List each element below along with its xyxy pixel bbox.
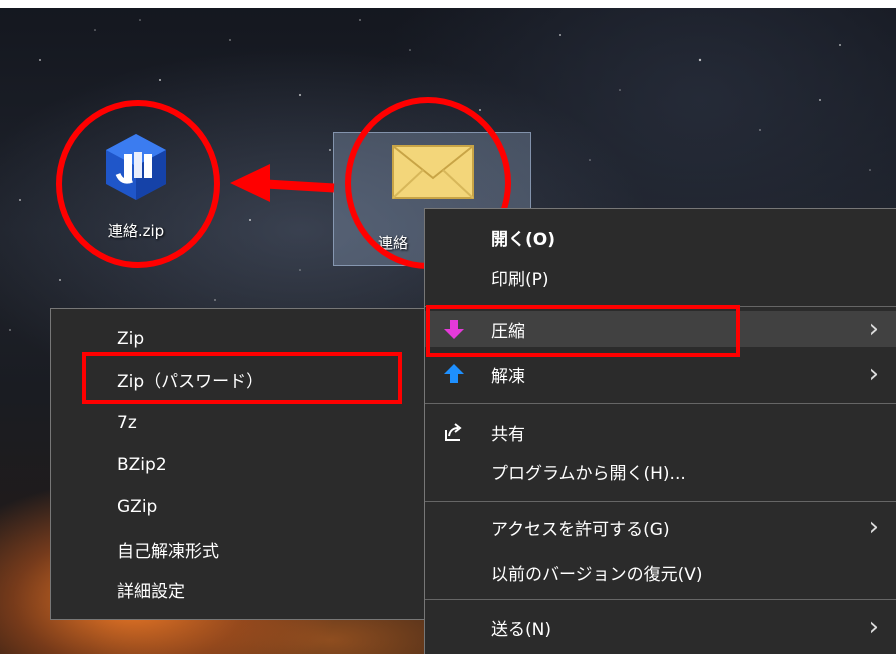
- compress-highlight-annotation: [426, 305, 740, 357]
- submenu-item-advanced-settings[interactable]: 詳細設定: [51, 571, 427, 607]
- menu-item-share[interactable]: 共有: [425, 414, 896, 450]
- submenu-item-7z[interactable]: 7z: [51, 405, 427, 441]
- menu-item-extract[interactable]: 解凍 ›: [425, 356, 896, 392]
- desktop: 連絡.zip 連絡 Zip Zip（パスワード） 7z BZip2 GZip 自…: [0, 0, 896, 654]
- submenu-item-self-extracting[interactable]: 自己解凍形式: [51, 531, 427, 567]
- submenu-item-bzip2[interactable]: BZip2: [51, 447, 427, 483]
- menu-item-open[interactable]: 開く(O): [425, 219, 896, 255]
- menu-item-restore-previous-versions[interactable]: 以前のバージョンの復元(V): [425, 554, 896, 590]
- menu-item-send-to[interactable]: 送る(N) ›: [425, 609, 896, 645]
- share-icon: [445, 423, 462, 441]
- chevron-right-icon: ›: [868, 512, 879, 542]
- zip-password-highlight-annotation: [82, 352, 402, 404]
- blue-up-arrow-icon: [444, 364, 464, 383]
- zip-icon-circle-annotation: [56, 100, 220, 268]
- menu-item-open-with[interactable]: プログラムから開く(H)...: [425, 453, 896, 489]
- submenu-item-gzip[interactable]: GZip: [51, 489, 427, 525]
- chevron-right-icon: ›: [868, 314, 879, 344]
- context-menu: 開く(O) 印刷(P) 圧縮 › 解凍 › 共有 プログラムから開く(H)...…: [424, 208, 896, 654]
- menu-separator: [425, 599, 896, 600]
- menu-separator: [425, 403, 896, 404]
- chevron-right-icon: ›: [868, 612, 879, 642]
- menu-item-give-access[interactable]: アクセスを許可する(G) ›: [425, 509, 896, 545]
- menu-item-print[interactable]: 印刷(P): [425, 259, 896, 295]
- red-arrow-annotation: [230, 164, 335, 202]
- menu-separator: [425, 501, 896, 502]
- chevron-right-icon: ›: [868, 359, 879, 389]
